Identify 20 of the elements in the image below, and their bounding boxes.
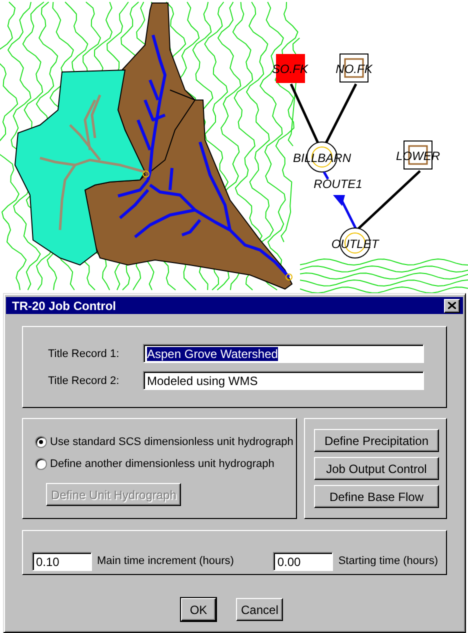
connector-line [290,83,320,144]
radio-option[interactable]: Use standard SCS dimensionless unit hydrograph [35,435,294,449]
connector-line [324,83,358,144]
radio-option[interactable]: Define another dimensionless unit hydrograph [35,457,274,471]
close-button[interactable] [444,298,460,312]
action-button[interactable]: Define Precipitation [314,429,439,452]
close-icon [448,302,456,309]
field-label: Starting time (hours) [338,555,438,567]
action-button[interactable]: Define Base Flow [314,485,439,508]
window-title: TR-20 Job Control [12,298,116,312]
field-label: Main time increment (hours) [97,555,234,567]
input-field[interactable]: Modeled using WMS [143,371,424,390]
input-field[interactable]: Aspen Grove Watershed [143,344,424,363]
dialog-button[interactable]: Cancel [236,598,283,621]
action-button[interactable]: Job Output Control [314,457,439,480]
field-label: Title Record 2: [48,374,120,386]
input-field[interactable]: 0.00 [273,552,334,570]
input-field[interactable]: 0.10 [32,552,92,570]
dialog-button[interactable]: OK [181,598,216,621]
field-label: Title Record 1: [48,348,120,360]
